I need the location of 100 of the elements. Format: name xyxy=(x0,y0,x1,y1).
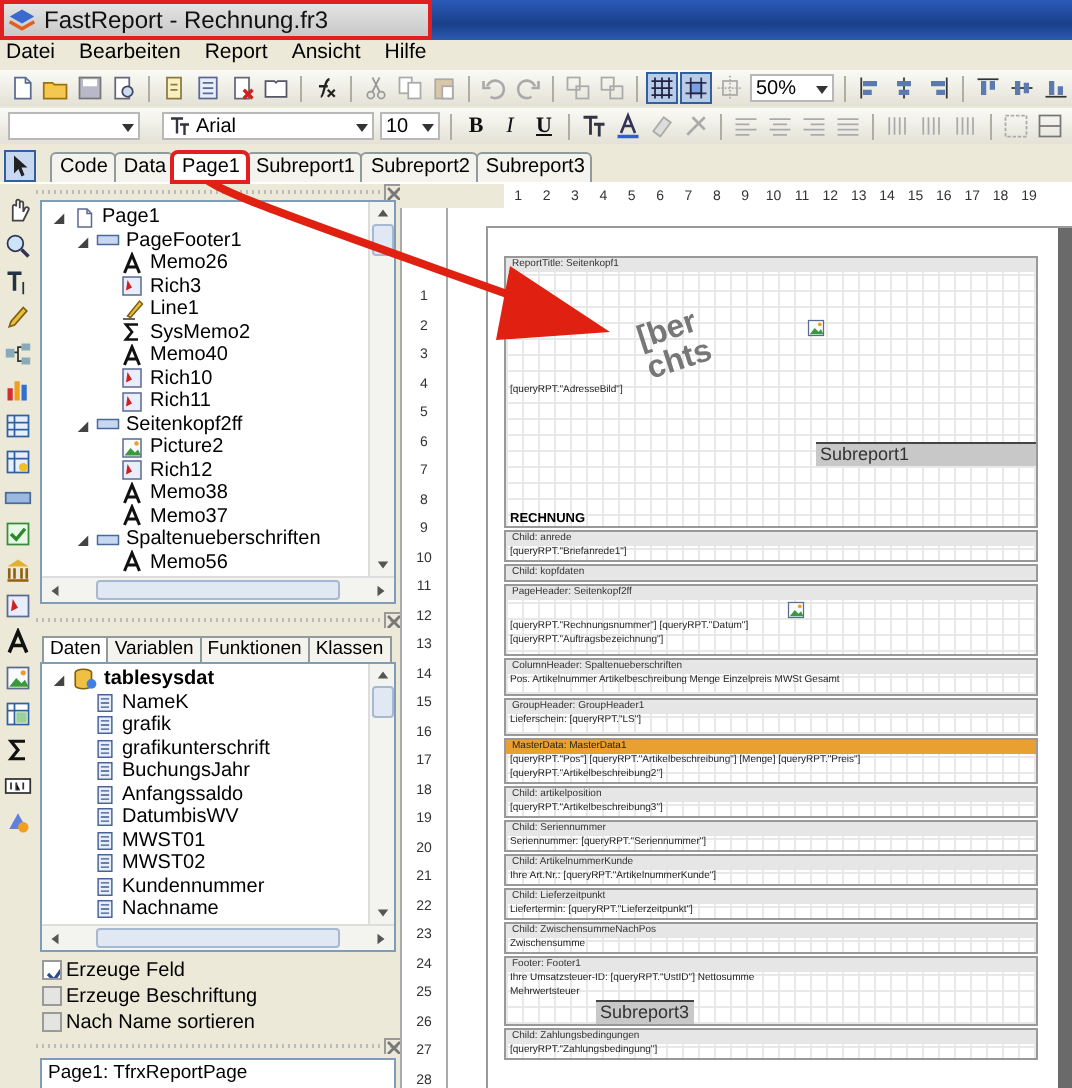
menu-item[interactable]: Report xyxy=(204,40,268,66)
menu-item[interactable]: Bearbeiten xyxy=(79,40,181,66)
tree-item[interactable]: SysMemo2 xyxy=(150,321,251,344)
close-icon[interactable] xyxy=(384,184,400,200)
panel-tab[interactable]: Klassen xyxy=(307,636,392,662)
checkbox[interactable] xyxy=(42,1012,62,1032)
tree-item[interactable]: PageFooter1 xyxy=(126,229,242,252)
zoom-icon[interactable] xyxy=(4,232,32,260)
scroll-left-icon[interactable] xyxy=(48,931,62,945)
menu-item[interactable]: Hilfe xyxy=(384,40,427,66)
checkbox-icon[interactable] xyxy=(4,520,32,548)
text-style-icon[interactable] xyxy=(580,112,608,140)
print-preview-icon[interactable] xyxy=(110,74,138,102)
tree-item[interactable]: Nachname xyxy=(122,898,219,921)
scroll-left-icon[interactable] xyxy=(48,583,62,597)
expanded-icon[interactable] xyxy=(75,532,89,547)
brush-icon[interactable] xyxy=(4,304,32,332)
menu-item[interactable]: Datei xyxy=(6,40,56,66)
chart-icon[interactable] xyxy=(4,376,32,404)
bold-button[interactable]: B xyxy=(462,114,490,138)
expanded-icon[interactable] xyxy=(75,417,89,432)
rich-text-icon[interactable] xyxy=(4,592,32,620)
expanded-icon[interactable] xyxy=(51,672,65,687)
tree-item[interactable]: Page1 xyxy=(102,206,160,229)
cut-icon[interactable] xyxy=(362,74,390,102)
page-tab[interactable]: Subreport3 xyxy=(475,152,593,182)
tree-item[interactable]: grafik xyxy=(122,714,171,737)
ole-icon[interactable] xyxy=(4,772,32,800)
font-dropdown[interactable]: Arial xyxy=(162,112,374,140)
save-icon[interactable] xyxy=(76,74,104,102)
page-tab[interactable]: Subreport2 xyxy=(360,152,478,182)
table-icon[interactable] xyxy=(4,412,32,440)
snap-to-grid-icon[interactable] xyxy=(682,74,710,102)
tree-item[interactable]: DatumbisWV xyxy=(122,806,239,829)
list-page-icon[interactable] xyxy=(194,74,222,102)
delete-page-icon[interactable] xyxy=(228,74,256,102)
object-dropdown[interactable]: Page1: TfrxReportPage xyxy=(40,1058,396,1088)
tree-item[interactable]: Memo26 xyxy=(150,252,228,275)
page-tab[interactable]: Data xyxy=(113,152,175,182)
scroll-up-icon[interactable] xyxy=(375,668,389,682)
select-tool-button[interactable] xyxy=(4,150,36,182)
tree-item[interactable]: Kundennummer xyxy=(122,875,265,898)
menu-item[interactable]: Ansicht xyxy=(291,40,361,66)
subreport-object[interactable]: Subreport3 xyxy=(596,1000,694,1024)
close-icon[interactable] xyxy=(384,612,400,628)
scroll-right-icon[interactable] xyxy=(374,931,388,945)
expanded-icon[interactable] xyxy=(51,210,65,225)
tree-item[interactable]: grafikunterschrift xyxy=(122,737,270,760)
horizontal-scrollbar[interactable] xyxy=(42,924,394,950)
checkbox[interactable] xyxy=(42,960,62,980)
grid-icon[interactable] xyxy=(648,74,676,102)
expanded-icon[interactable] xyxy=(75,233,89,248)
tree-item[interactable]: Rich11 xyxy=(150,390,211,413)
page-icon[interactable] xyxy=(160,74,188,102)
zoom-dropdown[interactable]: 50% xyxy=(750,74,834,102)
tree-item[interactable]: Memo40 xyxy=(150,344,228,367)
underline-button[interactable]: U xyxy=(530,114,558,138)
italic-button[interactable]: I xyxy=(496,114,524,138)
vertical-scrollbar[interactable] xyxy=(368,202,394,576)
font-size-dropdown[interactable]: 10 xyxy=(380,112,440,140)
tree-item[interactable]: BuchungsJahr xyxy=(122,760,250,783)
tree-item[interactable]: Anfangssaldo xyxy=(122,783,244,806)
cross-table-icon[interactable] xyxy=(4,700,32,728)
tree-item[interactable]: Line1 xyxy=(150,298,199,321)
subreport-object[interactable]: Subreport1 xyxy=(816,442,1036,467)
tree-item[interactable]: Memo37 xyxy=(150,505,228,528)
connector-icon[interactable] xyxy=(4,340,32,368)
tree-item[interactable]: MWST02 xyxy=(122,852,206,875)
page-tab[interactable]: Subreport1 xyxy=(245,152,363,182)
horizontal-scrollbar[interactable] xyxy=(42,576,394,602)
tree-item[interactable]: Rich12 xyxy=(150,459,213,482)
tree-item[interactable]: Rich3 xyxy=(150,275,202,298)
tree-item[interactable]: Picture2 xyxy=(150,436,224,459)
tree-item[interactable]: Seitenkopf2ff xyxy=(126,413,243,436)
page-tab[interactable]: Page1 xyxy=(172,152,248,182)
book-icon[interactable] xyxy=(262,74,290,102)
new-page-icon[interactable] xyxy=(8,74,36,102)
tree-item[interactable]: Memo56 xyxy=(150,551,228,574)
tree-item[interactable]: MWST01 xyxy=(122,829,206,852)
scroll-right-icon[interactable] xyxy=(374,583,388,597)
panel-tab[interactable]: Funktionen xyxy=(199,636,310,662)
tree-item[interactable]: Spaltenueberschriften xyxy=(126,528,321,551)
page-tab[interactable]: Code xyxy=(50,152,116,182)
tree-item[interactable]: NameK xyxy=(122,691,189,714)
scrollbar-thumb[interactable] xyxy=(96,928,340,948)
tree-item[interactable]: Memo38 xyxy=(150,482,228,505)
panel-tab[interactable]: Variablen xyxy=(106,636,202,662)
panel-tab[interactable]: Daten xyxy=(42,636,109,662)
close-icon[interactable] xyxy=(384,1038,400,1054)
picture-icon[interactable] xyxy=(4,664,32,692)
scroll-up-icon[interactable] xyxy=(375,206,389,220)
database-table-icon[interactable] xyxy=(4,448,32,476)
font-color-icon[interactable] xyxy=(614,112,642,140)
scroll-down-icon[interactable] xyxy=(375,558,389,572)
vertical-scrollbar[interactable] xyxy=(368,664,394,924)
scrollbar-thumb[interactable] xyxy=(96,580,340,600)
frame-icon[interactable] xyxy=(1036,112,1064,140)
tree-item[interactable]: Rich10 xyxy=(150,367,213,390)
text-object-icon[interactable] xyxy=(4,628,32,656)
tree-item[interactable]: tablesysdat xyxy=(104,668,215,691)
